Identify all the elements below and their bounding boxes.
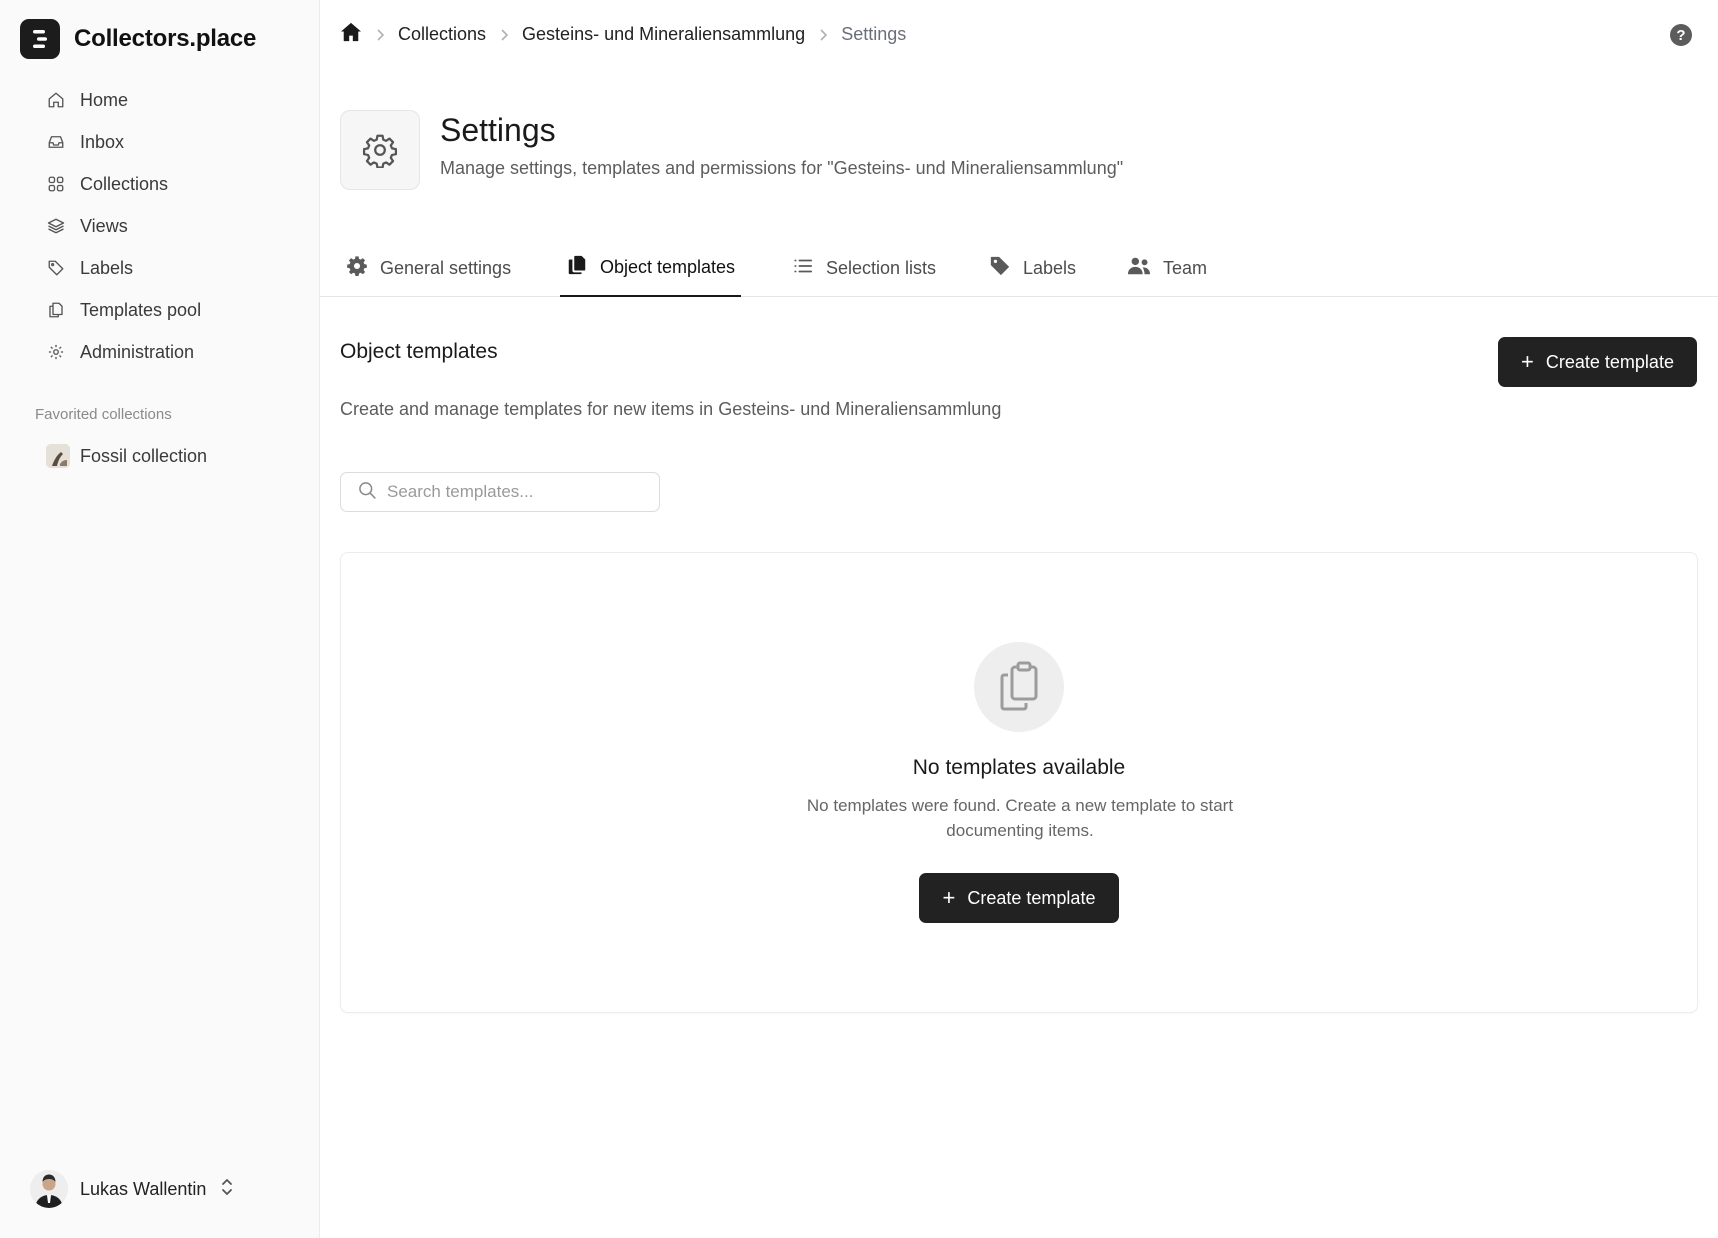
plus-icon: + (1521, 349, 1534, 374)
button-label: Create template (967, 887, 1096, 908)
app-name: Collectors.place (74, 25, 257, 52)
breadcrumb: Collections Gesteins- und Mineraliensamm… (340, 22, 906, 47)
settings-tabs: General settings Object templates Select… (320, 240, 1718, 297)
tab-team[interactable]: Team (1121, 240, 1213, 297)
empty-state-description: No templates were found. Create a new te… (806, 796, 1234, 840)
sidebar-nav: Home Inbox Collections Views Labels Temp… (32, 79, 302, 373)
page-subtitle: Manage settings, templates and permissio… (440, 158, 1124, 178)
tab-object-templates[interactable]: Object templates (560, 240, 742, 297)
tab-selection-lists[interactable]: Selection lists (786, 240, 942, 297)
sidebar-item-label: Home (80, 89, 129, 110)
sidebar-item-label: Views (80, 215, 128, 236)
tab-label: Labels (1023, 258, 1077, 278)
users-icon (1127, 255, 1151, 282)
layers-icon (46, 216, 66, 236)
section-title: Object templates (340, 340, 498, 363)
create-template-button[interactable]: + Create template (1498, 337, 1697, 387)
sidebar-item-collections[interactable]: Collections (32, 163, 302, 205)
help-icon[interactable]: ? (1670, 24, 1692, 46)
sidebar-item-templates-pool[interactable]: Templates pool (32, 289, 302, 331)
tab-label: General settings (380, 258, 512, 278)
sidebar-item-home[interactable]: Home (32, 79, 302, 121)
sidebar-item-label: Templates pool (80, 299, 202, 320)
user-name: Lukas Wallentin (80, 1178, 207, 1199)
grid-icon (46, 174, 66, 194)
breadcrumb-collections[interactable]: Collections (398, 24, 486, 45)
breadcrumb-current: Settings (841, 24, 907, 44)
favorite-item-fossil-collection[interactable]: Fossil collection (32, 435, 302, 477)
clipboard-copy-icon (974, 642, 1064, 732)
home-icon (46, 90, 66, 110)
sidebar-item-administration[interactable]: Administration (32, 331, 302, 373)
sidebar-item-label: Collections (80, 173, 169, 194)
button-label: Create template (1545, 351, 1674, 372)
tab-general-settings[interactable]: General settings (340, 240, 517, 297)
gear-icon (46, 342, 66, 362)
tab-label: Selection lists (826, 258, 937, 278)
search-input[interactable] (387, 482, 647, 502)
inbox-icon (46, 132, 66, 152)
copy-icon (566, 254, 588, 281)
sidebar-item-labels[interactable]: Labels (32, 247, 302, 289)
tab-label: Team (1163, 258, 1208, 278)
page-title: Settings (440, 112, 556, 148)
empty-state-title: No templates available (912, 756, 1126, 779)
breadcrumb-collection[interactable]: Gesteins- und Mineraliensammlung (522, 24, 805, 45)
templates-empty-state: No templates available No templates were… (340, 552, 1698, 1013)
topbar: Collections Gesteins- und Mineraliensamm… (320, 0, 1718, 72)
chevron-right-icon (819, 28, 828, 41)
tab-label: Object templates (600, 257, 736, 277)
sidebar: Collectors.place Home Inbox Collections … (0, 0, 320, 1238)
plus-icon: + (942, 885, 956, 910)
favorite-item-label: Fossil collection (80, 445, 208, 466)
home-breadcrumb-icon[interactable] (340, 22, 362, 47)
settings-page-icon (340, 110, 420, 190)
user-menu[interactable]: Lukas Wallentin (30, 1170, 234, 1208)
tag-icon (46, 258, 66, 278)
tag-icon (989, 255, 1011, 282)
sidebar-item-label: Inbox (80, 131, 125, 152)
section-description: Create and manage templates for new item… (340, 399, 1002, 419)
chevron-right-icon (500, 28, 509, 41)
brand[interactable]: Collectors.place (20, 19, 256, 59)
sidebar-item-label: Administration (80, 341, 195, 362)
search-icon (357, 480, 377, 505)
sidebar-item-label: Labels (80, 257, 134, 278)
list-icon (792, 255, 814, 282)
chevron-up-down-icon[interactable] (220, 1178, 234, 1201)
search-field[interactable] (340, 472, 660, 512)
collection-thumbnail (46, 444, 70, 468)
tab-labels[interactable]: Labels (983, 240, 1082, 297)
copy-icon (46, 300, 66, 320)
app-logo-icon (20, 19, 60, 59)
sidebar-item-inbox[interactable]: Inbox (32, 121, 302, 163)
empty-create-template-button[interactable]: + Create template (919, 873, 1119, 923)
chevron-right-icon (376, 28, 384, 41)
gear-icon (346, 255, 368, 282)
sidebar-item-views[interactable]: Views (32, 205, 302, 247)
favorites-heading: Favorited collections (35, 406, 172, 423)
avatar (30, 1170, 68, 1208)
